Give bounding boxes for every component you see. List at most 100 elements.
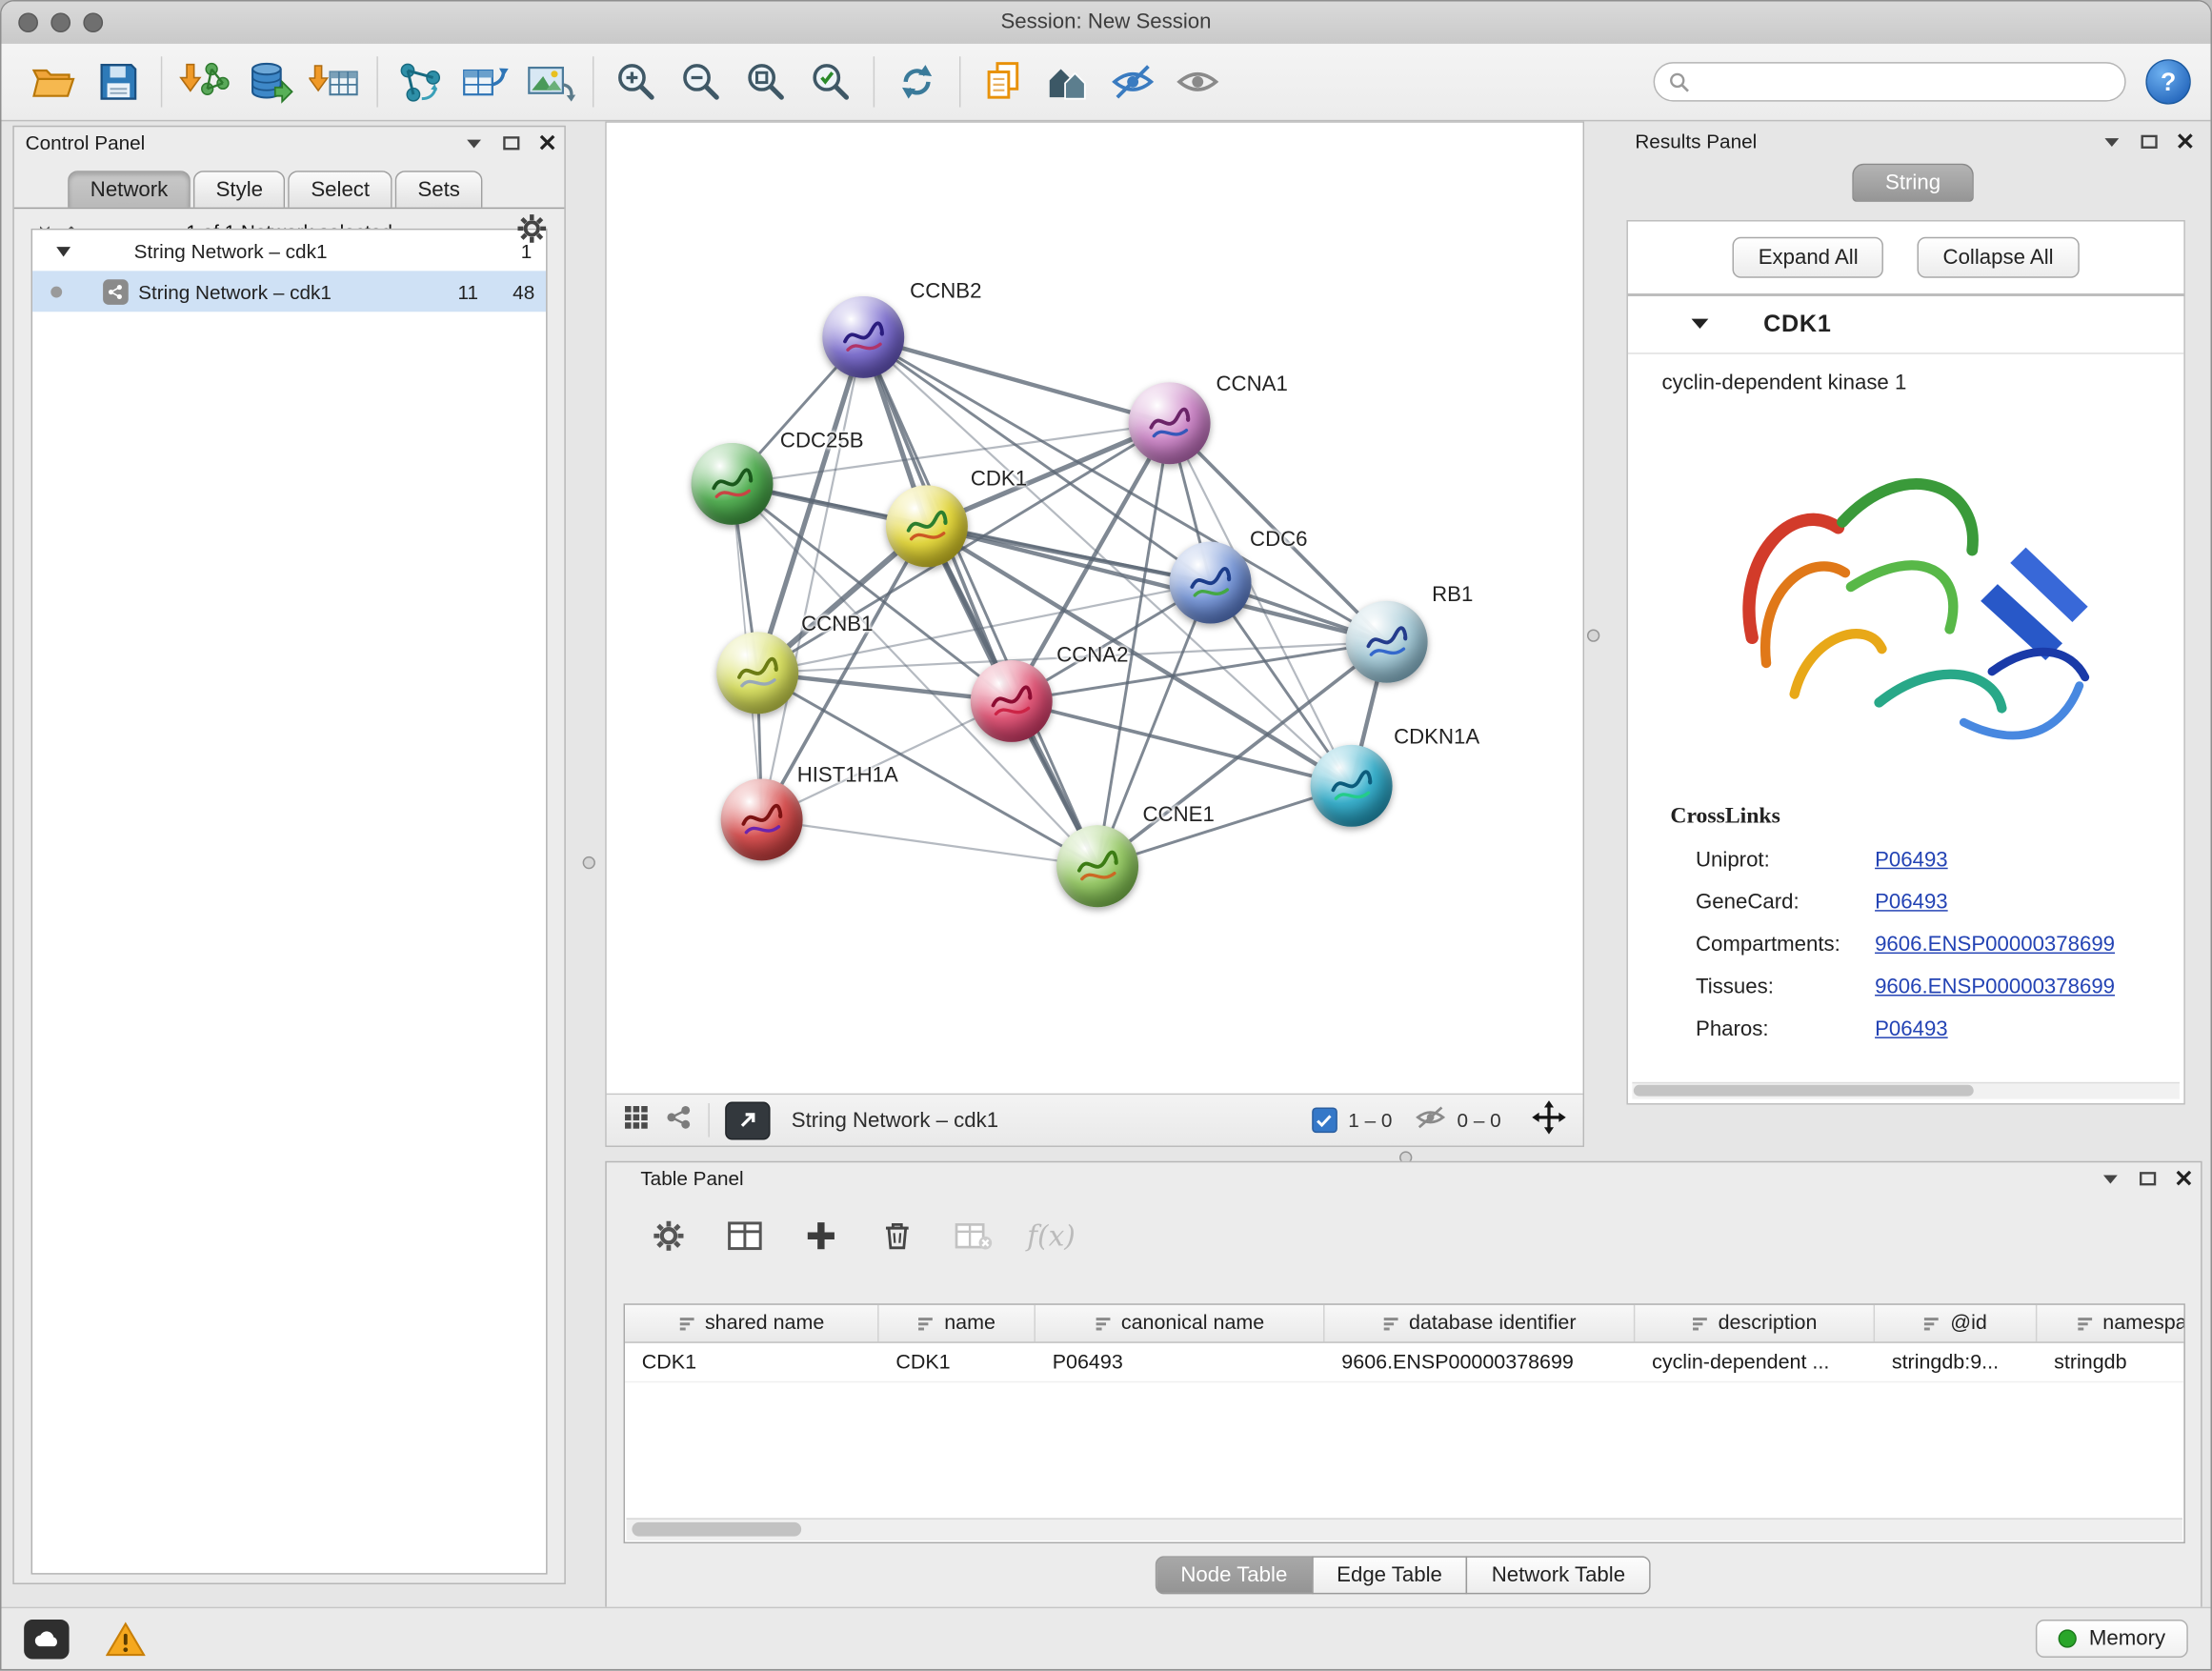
scrollbar-thumb[interactable] <box>632 1522 801 1537</box>
import-network-file-button[interactable] <box>172 50 237 112</box>
network-collection-row[interactable]: String Network – cdk1 1 <box>32 230 546 271</box>
panel-menu-icon[interactable] <box>2101 134 2122 147</box>
panel-close-icon[interactable] <box>2175 1170 2192 1187</box>
tab-node-table[interactable]: Node Table <box>1156 1556 1313 1594</box>
show-columns-button[interactable] <box>722 1214 767 1258</box>
panel-float-icon[interactable] <box>2140 133 2158 149</box>
network-row[interactable]: String Network – cdk1 11 48 <box>32 271 546 312</box>
memory-button[interactable]: Memory <box>2036 1620 2188 1658</box>
import-network-database-button[interactable] <box>237 50 302 112</box>
search-input[interactable] <box>1699 70 2110 95</box>
tab-network-table[interactable]: Network Table <box>1466 1556 1651 1594</box>
cloud-status-button[interactable] <box>24 1619 69 1658</box>
network-options-gear-icon[interactable] <box>516 212 548 251</box>
warnings-button[interactable] <box>106 1621 145 1658</box>
network-canvas[interactable]: CCNB2CCNA1CDC25BCDK1CDC6RB1CCNB1CCNA2CDK… <box>607 123 1583 1094</box>
network-node-CDC6[interactable] <box>1170 542 1252 624</box>
zoom-fit-button[interactable] <box>734 50 798 112</box>
cell-id[interactable]: stringdb:9... <box>1875 1343 2037 1381</box>
cell-shared-name[interactable]: CDK1 <box>625 1343 879 1381</box>
results-horizontal-scrollbar[interactable] <box>1632 1082 2180 1099</box>
help-button[interactable]: ? <box>2145 59 2190 104</box>
zoom-in-button[interactable] <box>604 50 669 112</box>
graphics-details-button[interactable] <box>725 1101 770 1139</box>
open-session-button[interactable] <box>21 50 86 112</box>
crosslink-link[interactable]: 9606.ENSP00000378699 <box>1875 975 2115 998</box>
expand-all-button[interactable]: Expand All <box>1733 237 1883 278</box>
column-header-namespace[interactable]: namespace <box>2037 1305 2184 1342</box>
hide-selected-button[interactable] <box>1100 50 1165 112</box>
panel-float-icon[interactable] <box>2139 1170 2157 1185</box>
cell-canonical-name[interactable]: P06493 <box>1036 1343 1325 1381</box>
cell-description[interactable]: cyclin-dependent ... <box>1635 1343 1875 1381</box>
panel-menu-icon[interactable] <box>464 136 484 149</box>
table-options-gear-button[interactable] <box>646 1214 691 1258</box>
column-header-name[interactable]: name <box>879 1305 1036 1342</box>
function-builder-label[interactable]: f(x) <box>1027 1218 1076 1253</box>
left-splitter-handle[interactable] <box>583 856 595 869</box>
column-header-canonical-name[interactable]: canonical name <box>1036 1305 1325 1342</box>
crosslink-link[interactable]: P06493 <box>1875 1017 1948 1041</box>
network-overview-icon[interactable] <box>664 1104 693 1137</box>
hidden-items-eye-icon[interactable] <box>1415 1104 1446 1137</box>
save-session-button[interactable] <box>86 50 151 112</box>
apply-layout-button[interactable] <box>885 50 950 112</box>
cell-name[interactable]: CDK1 <box>879 1343 1036 1381</box>
export-image-button[interactable] <box>517 50 582 112</box>
network-node-CCNB2[interactable] <box>822 296 904 378</box>
panel-float-icon[interactable] <box>502 134 520 150</box>
right-splitter-handle[interactable] <box>1587 629 1599 641</box>
network-node-RB1[interactable] <box>1346 601 1428 683</box>
column-header-id[interactable]: @id <box>1875 1305 2037 1342</box>
network-node-CCNE1[interactable] <box>1056 825 1138 907</box>
toolbar-search-box[interactable] <box>1654 62 2126 101</box>
crosslink-link[interactable]: P06493 <box>1875 890 1948 914</box>
column-header-description[interactable]: description <box>1635 1305 1875 1342</box>
scrollbar-thumb[interactable] <box>1634 1085 1973 1097</box>
tab-select[interactable]: Select <box>289 171 392 208</box>
create-column-button[interactable] <box>798 1214 843 1258</box>
tab-string-results[interactable]: String <box>1853 164 1973 202</box>
network-node-CCNB1[interactable] <box>716 632 798 714</box>
grid-view-icon[interactable] <box>624 1104 650 1137</box>
network-node-CDKN1A[interactable] <box>1311 745 1393 827</box>
gene-header-row[interactable]: CDK1 <box>1628 296 2183 354</box>
panel-close-icon[interactable] <box>2177 132 2194 150</box>
column-header-database-identifier[interactable]: database identifier <box>1325 1305 1636 1342</box>
show-all-button[interactable] <box>1165 50 1230 112</box>
first-neighbors-button[interactable] <box>1036 50 1100 112</box>
zoom-selected-button[interactable] <box>798 50 863 112</box>
network-edge[interactable] <box>762 819 1097 866</box>
tab-sets[interactable]: Sets <box>395 171 483 208</box>
tab-style[interactable]: Style <box>193 171 286 208</box>
fit-selected-crosshair-icon[interactable] <box>1532 1099 1566 1140</box>
cell-database-identifier[interactable]: 9606.ENSP00000378699 <box>1325 1343 1636 1381</box>
tree-expander-icon[interactable] <box>55 239 72 262</box>
gene-collapse-icon[interactable] <box>1690 312 1710 337</box>
tab-network[interactable]: Network <box>68 171 191 208</box>
selected-items-checkbox-icon[interactable] <box>1312 1107 1337 1133</box>
crosslink-link[interactable]: 9606.ENSP00000378699 <box>1875 933 2115 956</box>
network-node-HIST1H1A[interactable] <box>721 778 803 860</box>
import-table-button[interactable] <box>302 50 367 112</box>
new-network-button[interactable] <box>388 50 452 112</box>
column-header-shared-name[interactable]: shared name <box>625 1305 879 1342</box>
table-horizontal-scrollbar[interactable] <box>627 1518 2182 1540</box>
delete-column-button[interactable] <box>875 1214 919 1258</box>
zoom-out-button[interactable] <box>669 50 734 112</box>
crosslink-link[interactable]: P06493 <box>1875 848 1948 872</box>
t`ab-edge-table[interactable]: Edge Table <box>1311 1556 1467 1594</box>
table-row[interactable]: CDK1 CDK1 P06493 9606.ENSP00000378699 cy… <box>625 1343 2183 1382</box>
copy-documents-button[interactable] <box>971 50 1036 112</box>
network-node-CCNA2[interactable] <box>971 660 1053 742</box>
collapse-all-button[interactable]: Collapse All <box>1918 237 2079 278</box>
panel-menu-icon[interactable] <box>2101 1172 2121 1184</box>
network-node-CDK1[interactable] <box>886 485 968 567</box>
network-edge[interactable] <box>762 337 864 819</box>
delete-table-button-disabled[interactable] <box>951 1214 995 1258</box>
network-node-CCNA1[interactable] <box>1129 382 1211 464</box>
cell-namespace[interactable]: stringdb <box>2037 1343 2184 1381</box>
network-from-table-button[interactable] <box>452 50 517 112</box>
network-node-CDC25B[interactable] <box>692 443 774 525</box>
panel-close-icon[interactable] <box>539 134 556 151</box>
